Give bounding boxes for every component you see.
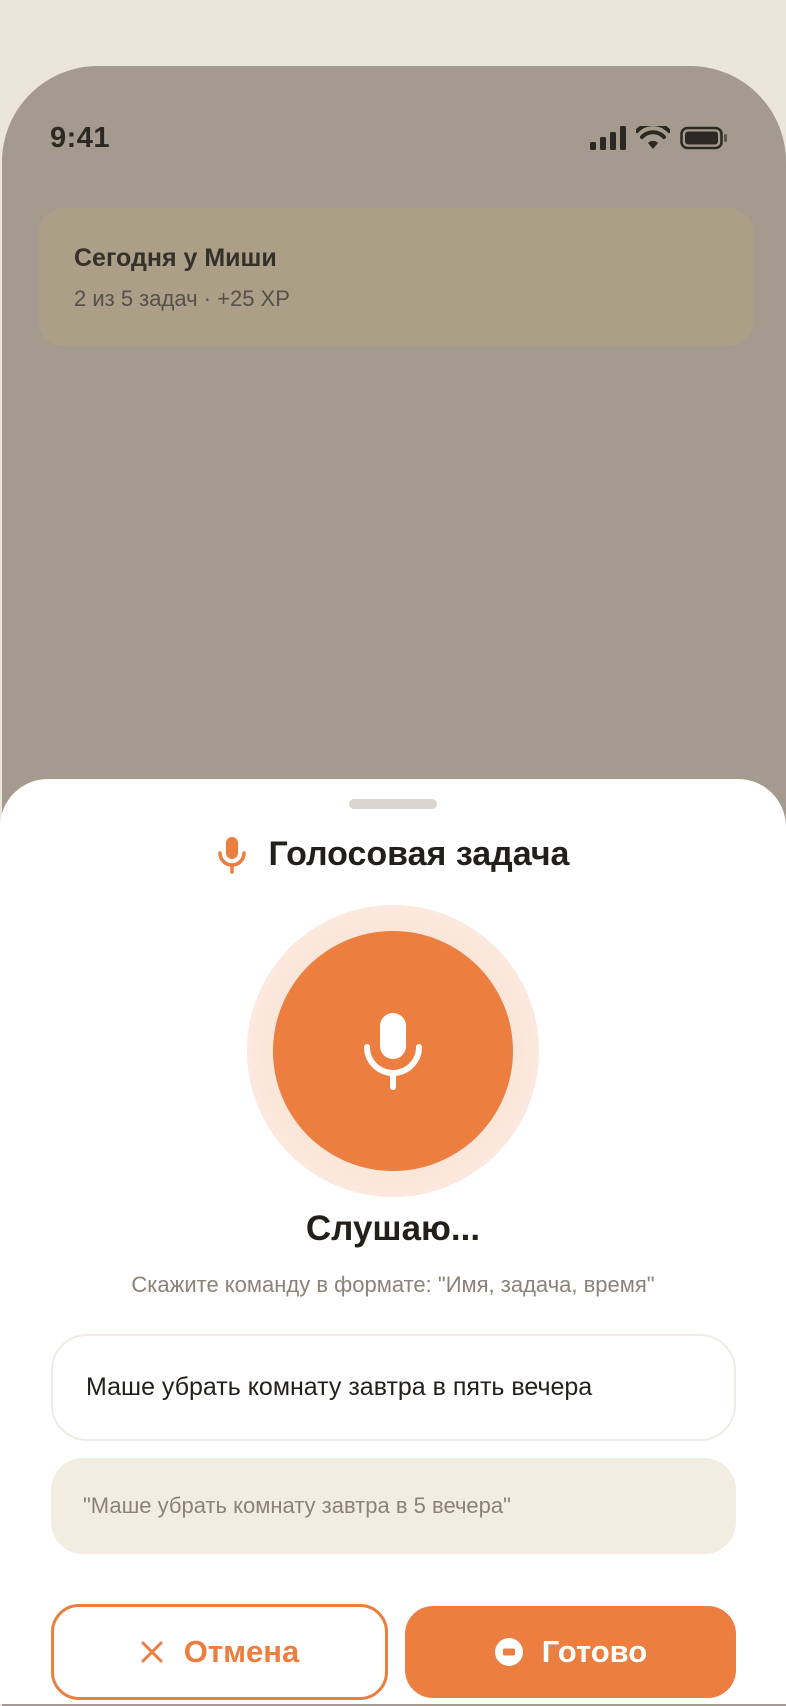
recognized-command: "Маше убрать комнату завтра в 5 вечера" — [51, 1458, 736, 1554]
transcript-text: Маше убрать комнату завтра в пять вечера — [86, 1373, 593, 1401]
status-bar: 9:41 — [2, 66, 786, 216]
today-summary-card: Сегодня у Миши 2 из 5 задач · +25 XP — [38, 208, 754, 346]
transcript-field[interactable]: Маше убрать комнату завтра в пять вечера — [51, 1334, 736, 1441]
today-card-title: Сегодня у Миши — [74, 244, 277, 272]
battery-icon — [680, 126, 727, 150]
command-format-hint: Скажите команду в формате: "Имя, задача,… — [131, 1272, 655, 1297]
sheet-grabber[interactable] — [349, 799, 437, 809]
cellular-signal-icon — [590, 126, 626, 150]
sheet-header: Голосовая задача — [0, 835, 786, 874]
status-time: 9:41 — [50, 122, 111, 154]
cancel-button[interactable]: Отмена — [51, 1604, 388, 1700]
record-button[interactable] — [273, 931, 513, 1171]
voice-task-sheet: Голосовая задача Слушаю... Скажите коман… — [0, 779, 786, 1704]
sheet-title: Голосовая задача — [268, 835, 570, 873]
close-icon — [141, 1641, 163, 1663]
done-label: Готово — [541, 1634, 648, 1669]
cancel-label: Отмена — [183, 1634, 300, 1669]
wifi-icon — [636, 126, 670, 149]
recognized-text: "Маше убрать комнату завтра в 5 вечера" — [83, 1493, 511, 1518]
done-button[interactable]: Готово — [405, 1606, 736, 1698]
today-card-subtitle: 2 из 5 задач · +25 XP — [74, 286, 290, 311]
stop-icon — [494, 1638, 523, 1666]
microphone-icon — [364, 1013, 422, 1090]
status-icons — [590, 126, 728, 150]
microphone-icon — [217, 836, 246, 874]
listening-status: Слушаю... — [305, 1209, 481, 1248]
